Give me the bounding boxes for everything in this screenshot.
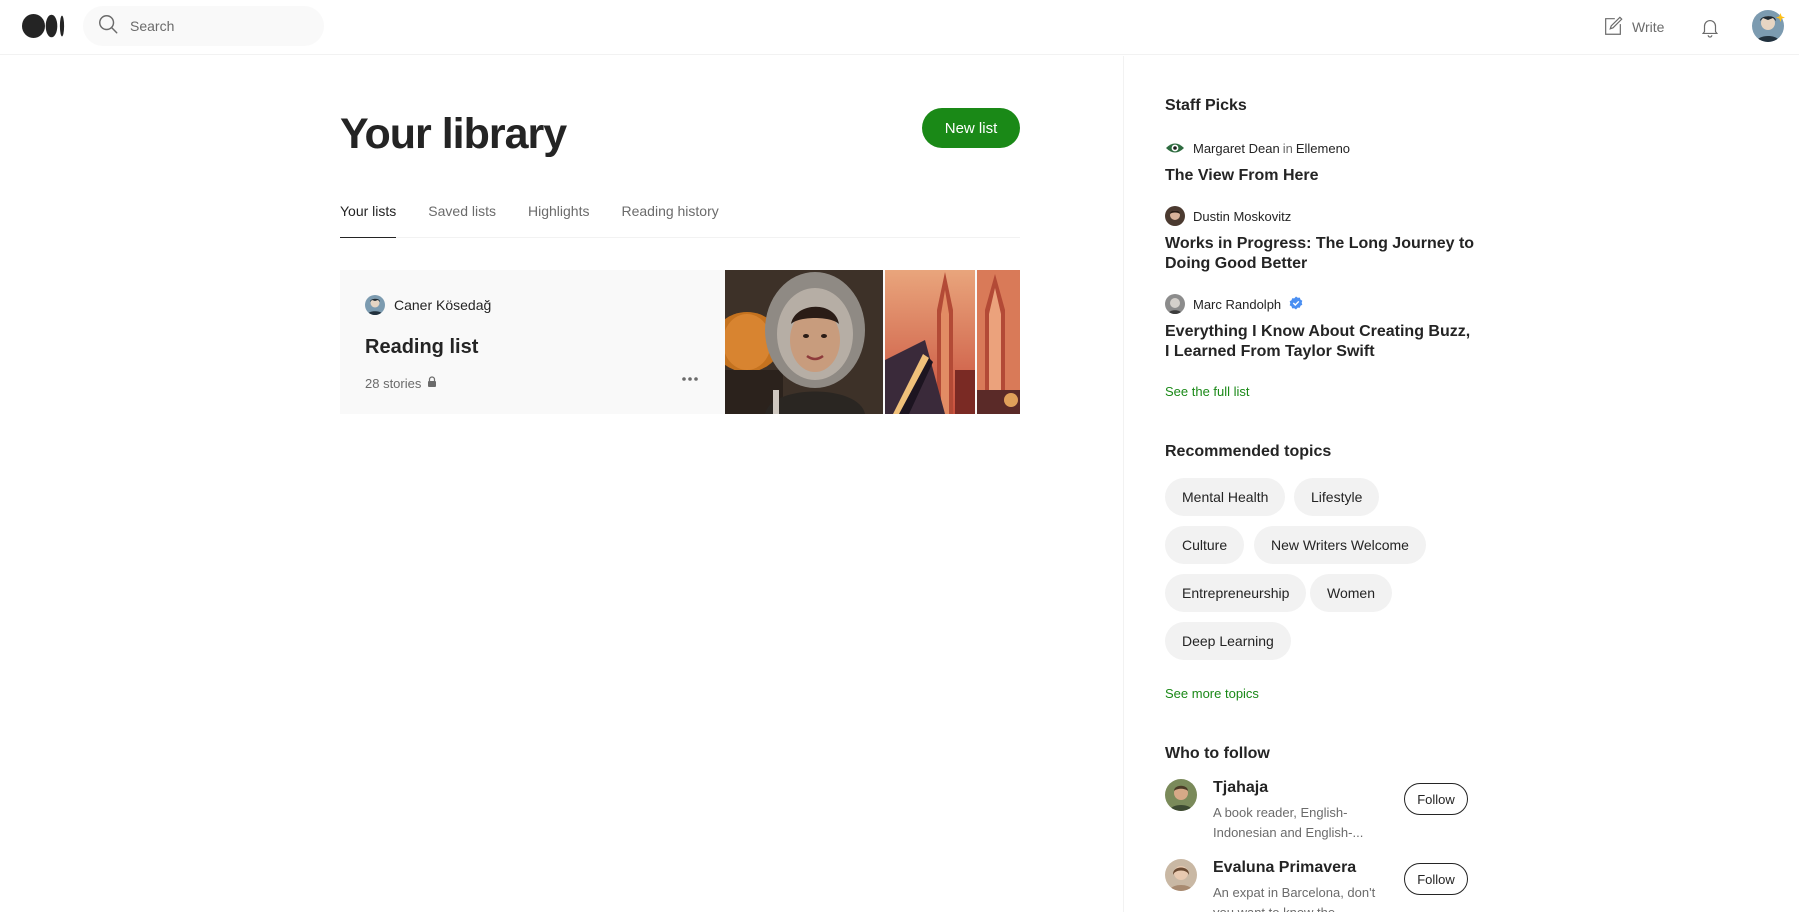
see-more-topics-link[interactable]: See more topics [1165, 686, 1259, 701]
topic-chip[interactable]: Mental Health [1165, 478, 1286, 516]
topic-chip[interactable]: Entrepreneurship [1165, 574, 1307, 612]
more-options-icon[interactable] [675, 367, 705, 391]
tab-highlights[interactable]: Highlights [528, 190, 589, 238]
staff-pick-2-author-name: Dustin Moskovitz [1193, 208, 1292, 224]
page-title: Your library [340, 110, 567, 158]
notifications-bell-icon[interactable] [1697, 14, 1723, 40]
list-card-info: Caner Kösedağ Reading list 28 stories [340, 270, 725, 414]
see-full-list-link[interactable]: See the full list [1165, 384, 1250, 399]
follow-bio: A book reader, English-Indonesian and En… [1213, 805, 1364, 840]
tab-reading-history[interactable]: Reading history [621, 190, 718, 238]
follow-bio: An expat in Barcelona, don't you want to… [1213, 885, 1376, 912]
library-tabs: Your lists Saved lists Highlights Readin… [340, 190, 1020, 238]
write-icon [1602, 15, 1624, 40]
staff-pick-2-author[interactable]: Dustin Moskovitz [1165, 206, 1291, 226]
author-avatar [365, 295, 385, 315]
follow-button[interactable]: Follow [1404, 783, 1468, 815]
follow-suggestion: Evaluna Primavera An expat in Barcelona,… [1165, 859, 1475, 912]
list-meta: 28 stories [365, 376, 437, 391]
list-thumbnail-tower-art [977, 270, 1020, 414]
author-avatar [1165, 294, 1185, 314]
staff-pick-3-author[interactable]: Marc Randolph [1165, 294, 1303, 314]
search-input[interactable] [130, 18, 310, 34]
topic-chip[interactable]: Culture [1165, 526, 1245, 564]
ellemeno-eye-icon [1165, 138, 1185, 158]
list-title[interactable]: Reading list [365, 336, 478, 359]
member-star-icon [1776, 9, 1785, 22]
tab-saved-lists[interactable]: Saved lists [428, 190, 496, 238]
follow-avatar[interactable] [1165, 859, 1197, 891]
list-thumbnail-portrait [713, 270, 883, 414]
follow-name[interactable]: Tjahaja [1213, 779, 1268, 797]
new-list-button[interactable]: New list [922, 108, 1020, 148]
reading-list-card[interactable]: Caner Kösedağ Reading list 28 stories [340, 270, 1020, 414]
topic-chip[interactable]: New Writers Welcome [1254, 526, 1426, 564]
topic-chip[interactable]: Lifestyle [1294, 478, 1380, 516]
follow-button[interactable]: Follow [1404, 863, 1468, 895]
staff-pick-1-connector: in [1282, 140, 1293, 156]
write-button[interactable]: Write [1602, 14, 1664, 40]
verified-badge-icon [1289, 296, 1303, 313]
staff-pick-2-title[interactable]: Works in Progress: The Long Journey to D… [1165, 234, 1475, 274]
staff-pick-1-author-name: Margaret Dean [1193, 140, 1280, 156]
recommended-topics-heading: Recommended topics [1165, 443, 1332, 460]
topic-chip[interactable]: Deep Learning [1165, 622, 1291, 660]
author-avatar [1165, 206, 1185, 226]
lock-icon [427, 376, 437, 391]
write-label: Write [1632, 19, 1665, 35]
who-to-follow-heading: Who to follow [1165, 745, 1270, 762]
staff-pick-1-title[interactable]: The View From Here [1165, 166, 1475, 186]
staff-pick-1-publication[interactable]: Ellemeno [1296, 141, 1350, 156]
top-navigation-bar: Write [0, 0, 1799, 55]
medium-logo-icon[interactable] [22, 14, 66, 38]
list-author[interactable]: Caner Kösedağ [365, 295, 491, 315]
sidebar-divider [1123, 56, 1124, 912]
staff-pick-3-author-name: Marc Randolph [1193, 296, 1282, 312]
search-bar[interactable] [83, 6, 324, 46]
search-icon [97, 13, 119, 40]
list-thumbnail-city-art [885, 270, 975, 414]
staff-pick-1-author[interactable]: Margaret Dean in Ellemeno [1165, 138, 1350, 158]
tab-your-lists[interactable]: Your lists [340, 190, 397, 238]
staff-picks-heading: Staff Picks [1165, 97, 1247, 114]
story-count: 28 stories [365, 376, 422, 391]
staff-pick-3-title[interactable]: Everything I Know About Creating Buzz, I… [1165, 322, 1475, 362]
follow-name[interactable]: Evaluna Primavera [1213, 859, 1356, 877]
topic-chip[interactable]: Women [1310, 574, 1392, 612]
list-author-name: Caner Kösedağ [394, 297, 492, 313]
follow-suggestion: Tjahaja A book reader, English-Indonesia… [1165, 779, 1475, 849]
follow-avatar[interactable] [1165, 779, 1197, 811]
